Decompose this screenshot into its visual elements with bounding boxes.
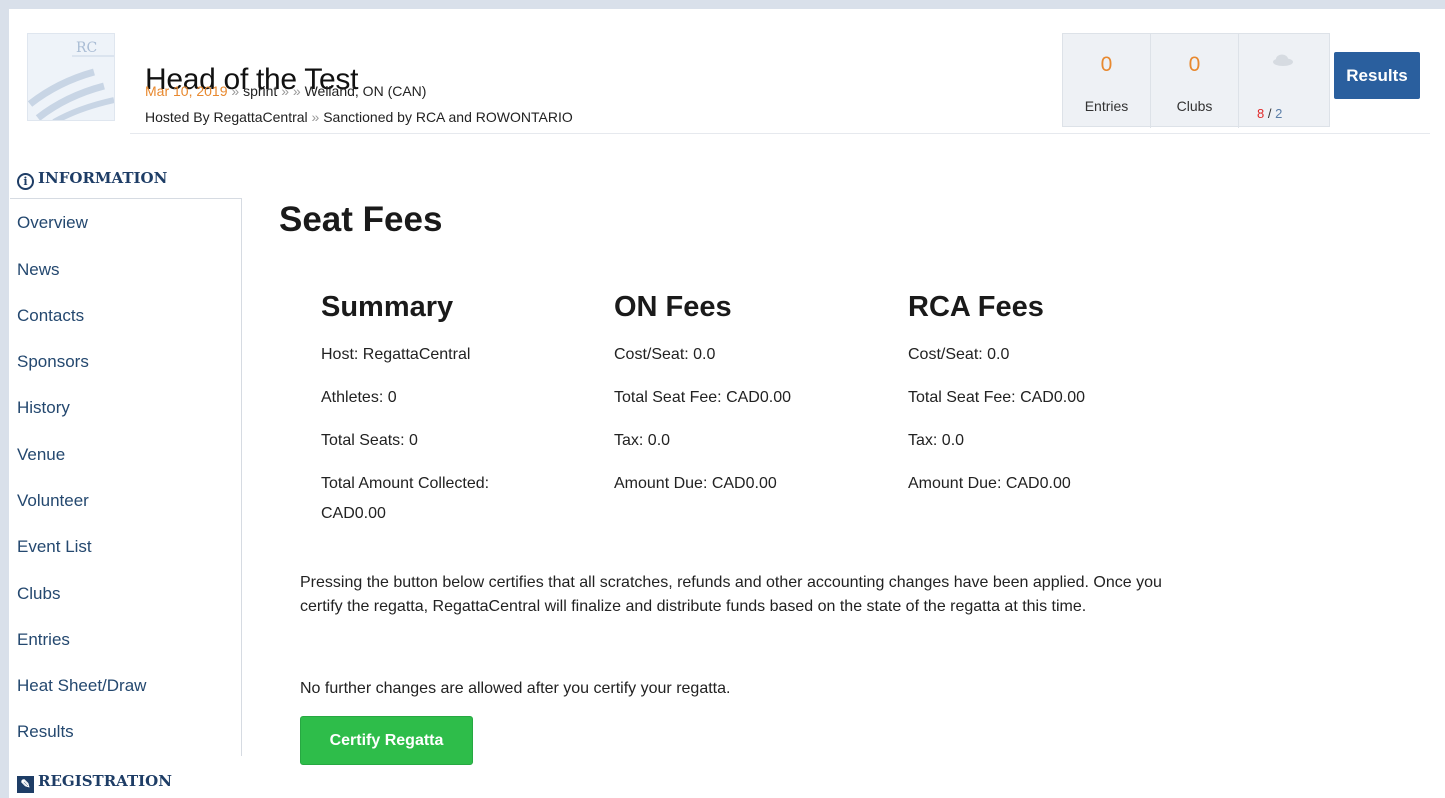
sidebar-item-overview[interactable]: Overview [17,213,88,233]
regatta-sanction: Sanctioned by RCA and ROWONTARIO [323,109,573,125]
stats-panel: 0 Entries 0 Clubs 8 / 2 [1062,33,1330,128]
summary-total-collected-label: Total Amount Collected: [321,475,490,492]
on-amount-due: Amount Due: CAD0.00 [614,475,777,492]
summary-heading: Summary [321,291,454,323]
edit-icon: ✎ [17,776,34,793]
sidebar-item-news[interactable]: News [17,260,60,280]
weather-widget: 8 / 2 [1239,34,1327,128]
temp-separator: / [1267,106,1272,121]
header-divider [130,133,1430,134]
sidebar-item-venue[interactable]: Venue [17,445,65,465]
regatta-logo-image: RC [28,34,114,120]
sidebar-item-clubs[interactable]: Clubs [17,584,60,604]
clubs-stat[interactable]: 0 Clubs [1151,34,1239,128]
regatta-logo[interactable]: RC [27,33,115,121]
registration-heading-label: REGISTRATION [38,772,172,790]
rca-amount-due: Amount Due: CAD0.00 [908,475,1071,492]
information-heading: i INFORMATION [17,169,167,190]
weather-temps: 8 / 2 [1257,106,1282,121]
regatta-location: Welland, ON (CAN) [304,83,427,99]
certify-regatta-button[interactable]: Certify Regatta [300,716,473,765]
breadcrumb-separator: » [281,83,289,99]
sidebar-item-entries[interactable]: Entries [17,630,70,650]
information-heading-label: INFORMATION [38,169,168,187]
entries-label: Entries [1084,98,1129,114]
regatta-date[interactable]: Mar 10, 2019 [145,83,228,99]
results-button[interactable]: Results [1334,52,1420,99]
summary-total-collected-value: CAD0.00 [321,505,386,522]
certify-warning: No further changes are allowed after you… [300,680,731,697]
summary-athletes: Athletes: 0 [321,389,397,406]
sidebar-item-event-list[interactable]: Event List [17,537,92,557]
rca-total-seat-fee: Total Seat Fee: CAD0.00 [908,389,1085,406]
sidebar-item-volunteer[interactable]: Volunteer [17,491,89,511]
breadcrumb-separator: » [231,83,240,99]
sidebar-item-history[interactable]: History [17,398,70,418]
on-cost-per-seat: Cost/Seat: 0.0 [614,346,716,363]
page-title: Seat Fees [279,200,443,239]
regatta-host-line: Hosted By RegattaCentral » Sanctioned by… [145,109,573,125]
cloud-icon [1273,54,1293,66]
top-border [0,0,1445,9]
on-fees-heading: ON Fees [614,291,732,323]
clubs-label: Clubs [1176,98,1213,114]
svg-text:RC: RC [76,40,97,56]
clubs-count: 0 [1188,53,1201,76]
sidebar-item-results[interactable]: Results [17,722,74,742]
certify-explanation: Pressing the button below certifies that… [300,574,1162,615]
entries-count: 0 [1100,53,1113,76]
breadcrumb-separator: » [311,109,320,125]
on-tax: Tax: 0.0 [614,432,671,449]
rca-tax: Tax: 0.0 [908,432,965,449]
registration-heading[interactable]: ✎ REGISTRATION [17,772,172,793]
on-total-seat-fee: Total Seat Fee: CAD0.00 [614,389,791,406]
sidebar-item-heat-sheet[interactable]: Heat Sheet/Draw [17,676,146,696]
entries-stat[interactable]: 0 Entries [1063,34,1151,128]
regatta-host: Hosted By RegattaCentral [145,109,308,125]
summary-total-seats: Total Seats: 0 [321,432,418,449]
summary-host: Host: RegattaCentral [321,346,471,363]
sidebar-item-contacts[interactable]: Contacts [17,306,84,326]
regatta-type: sprint [243,83,278,99]
rca-cost-per-seat: Cost/Seat: 0.0 [908,346,1010,363]
sidebar-item-sponsors[interactable]: Sponsors [17,352,89,372]
regatta-breadcrumb: Mar 10, 2019 » sprint » » Welland, ON (C… [145,83,426,99]
info-icon: i [17,173,34,190]
left-border [0,0,9,798]
rca-fees-heading: RCA Fees [908,291,1044,323]
temp-high: 8 [1257,106,1265,121]
breadcrumb-separator: » [292,83,301,99]
sidebar-nav [10,198,242,756]
temp-low: 2 [1275,106,1283,121]
